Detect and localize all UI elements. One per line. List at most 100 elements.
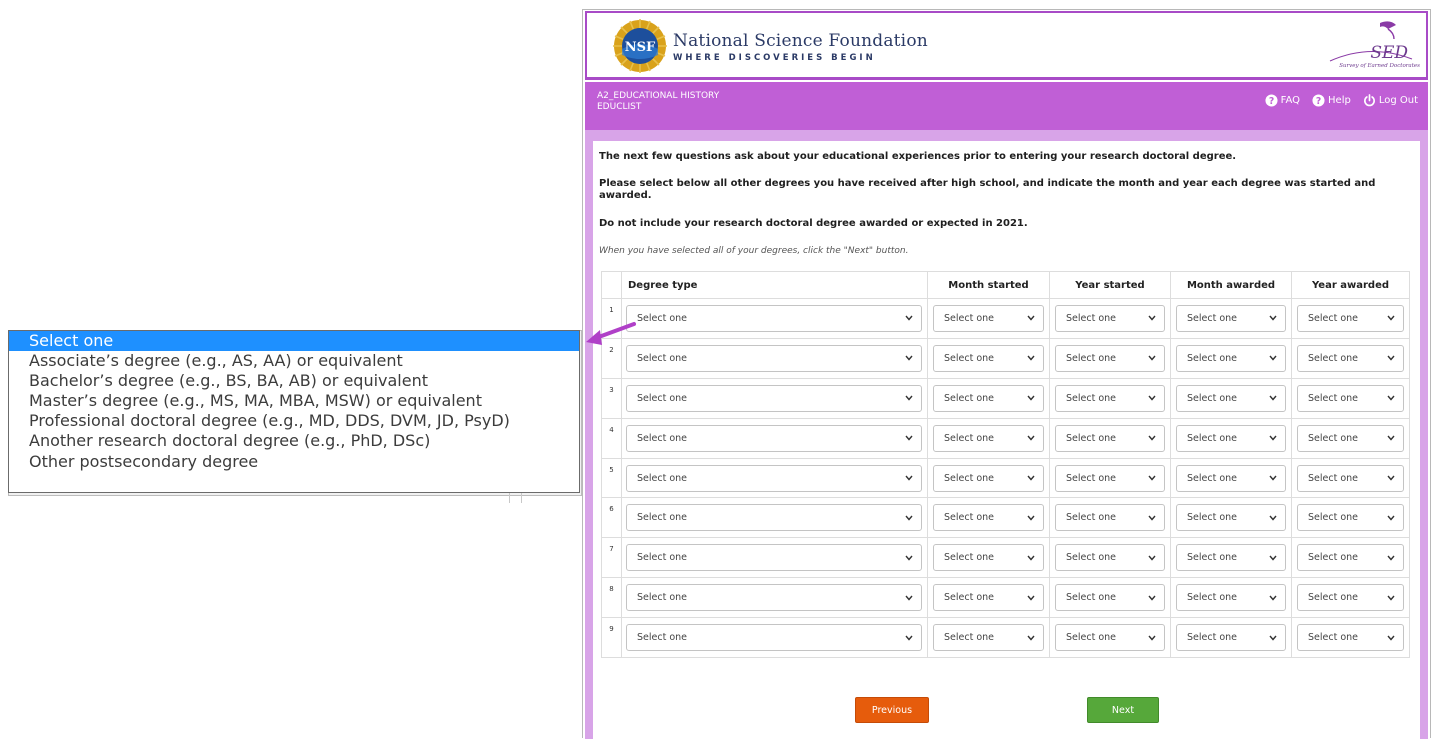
- month-awarded-select[interactable]: Select one: [1176, 424, 1286, 452]
- chevron-down-icon: [1387, 595, 1395, 601]
- dropdown-option-bachelor[interactable]: Bachelor’s degree (e.g., BS, BA, AB) or …: [9, 371, 579, 391]
- header-month-awarded: Month awarded: [1170, 271, 1292, 299]
- year-awarded-select[interactable]: Select one: [1297, 304, 1404, 332]
- question-circle-icon: ?: [1265, 94, 1278, 107]
- month-awarded-select-cell: Select one: [1170, 497, 1292, 539]
- month-awarded-select[interactable]: Select one: [1176, 304, 1286, 332]
- degree-type-select[interactable]: Select one: [626, 384, 922, 412]
- degree-type-select[interactable]: Select one: [626, 304, 922, 332]
- month-awarded-select[interactable]: Select one: [1176, 584, 1286, 612]
- degree-type-select-cell: Select one: [621, 537, 928, 579]
- month-awarded-select[interactable]: Select one: [1176, 384, 1286, 412]
- section-code-line-2: EDUCLIST: [597, 102, 642, 112]
- backdrop-divider: [521, 493, 522, 503]
- row-number: 6: [601, 497, 622, 539]
- dropdown-option-professional-doctoral[interactable]: Professional doctoral degree (e.g., MD, …: [9, 411, 579, 431]
- chevron-down-icon: [905, 435, 913, 441]
- year-started-select[interactable]: Select one: [1055, 544, 1165, 572]
- chevron-down-icon: [905, 355, 913, 361]
- backdrop-divider: [509, 493, 510, 503]
- month-awarded-select[interactable]: Select one: [1176, 504, 1286, 532]
- sed-logo-text: SED: [1370, 43, 1408, 63]
- dropdown-option-research-doctoral[interactable]: Another research doctoral degree (e.g., …: [9, 431, 579, 451]
- month-awarded-select[interactable]: Select one: [1176, 544, 1286, 572]
- chevron-down-icon: [1387, 435, 1395, 441]
- chevron-down-icon: [1027, 395, 1035, 401]
- select-value: Select one: [637, 592, 688, 604]
- select-value: Select one: [1066, 512, 1117, 524]
- degree-type-dropdown-list[interactable]: Select one Associate’s degree (e.g., AS,…: [8, 330, 580, 493]
- next-button[interactable]: Next: [1087, 697, 1159, 723]
- month-awarded-select-cell: Select one: [1170, 298, 1292, 339]
- month-started-select[interactable]: Select one: [933, 384, 1044, 412]
- degree-type-select[interactable]: Select one: [626, 464, 922, 492]
- month-started-select[interactable]: Select one: [933, 584, 1044, 612]
- month-started-select-cell: Select one: [927, 577, 1050, 619]
- chevron-down-icon: [1269, 515, 1277, 521]
- year-started-select[interactable]: Select one: [1055, 304, 1165, 332]
- degree-type-select[interactable]: Select one: [626, 344, 922, 372]
- main-content: The next few questions ask about your ed…: [593, 141, 1420, 739]
- year-started-select[interactable]: Select one: [1055, 384, 1165, 412]
- month-awarded-select[interactable]: Select one: [1176, 624, 1286, 652]
- select-value: Select one: [944, 512, 995, 524]
- year-awarded-select[interactable]: Select one: [1297, 344, 1404, 372]
- table-row: 3 Select one Select one Select one Select on…: [601, 377, 1410, 419]
- logout-link[interactable]: Log Out: [1363, 94, 1418, 107]
- degree-type-select[interactable]: Select one: [626, 624, 922, 652]
- select-value: Select one: [637, 392, 688, 404]
- year-awarded-select[interactable]: Select one: [1297, 544, 1404, 572]
- chevron-down-icon: [1027, 315, 1035, 322]
- select-value: Select one: [944, 632, 995, 644]
- year-started-select[interactable]: Select one: [1055, 504, 1165, 532]
- callout-arrow-icon: [586, 322, 636, 345]
- month-awarded-select[interactable]: Select one: [1176, 464, 1286, 492]
- year-started-select[interactable]: Select one: [1055, 584, 1165, 612]
- year-awarded-select[interactable]: Select one: [1297, 384, 1404, 412]
- degree-type-select[interactable]: Select one: [626, 544, 922, 572]
- degree-type-select-cell: Select one: [621, 298, 928, 339]
- year-awarded-select[interactable]: Select one: [1297, 624, 1404, 652]
- year-started-select[interactable]: Select one: [1055, 344, 1165, 372]
- year-awarded-select[interactable]: Select one: [1297, 424, 1404, 452]
- select-value: Select one: [1308, 312, 1359, 324]
- faq-link[interactable]: ? FAQ: [1265, 94, 1300, 107]
- organization-tagline: WHERE DISCOVERIES BEGIN: [673, 53, 876, 63]
- month-started-select[interactable]: Select one: [933, 504, 1044, 532]
- year-awarded-select[interactable]: Select one: [1297, 504, 1404, 532]
- month-started-select[interactable]: Select one: [933, 624, 1044, 652]
- degree-type-select-cell: Select one: [621, 417, 928, 459]
- dropdown-option-other[interactable]: Other postsecondary degree: [9, 452, 579, 472]
- previous-button[interactable]: Previous: [855, 697, 929, 723]
- month-started-select[interactable]: Select one: [933, 424, 1044, 452]
- year-awarded-select[interactable]: Select one: [1297, 464, 1404, 492]
- degree-type-select[interactable]: Select one: [626, 504, 922, 532]
- select-value: Select one: [1187, 512, 1238, 524]
- month-awarded-select[interactable]: Select one: [1176, 344, 1286, 372]
- degree-type-select[interactable]: Select one: [626, 424, 922, 452]
- select-value: Select one: [1308, 352, 1359, 364]
- chevron-down-icon: [1269, 635, 1277, 641]
- dropdown-option-associate[interactable]: Associate’s degree (e.g., AS, AA) or equ…: [9, 351, 579, 371]
- year-started-select[interactable]: Select one: [1055, 424, 1165, 452]
- month-started-select[interactable]: Select one: [933, 544, 1044, 572]
- select-value: Select one: [637, 472, 688, 484]
- help-link[interactable]: ? Help: [1312, 94, 1351, 107]
- nsf-logo: NSF: [613, 19, 667, 73]
- dropdown-option-select-one[interactable]: Select one: [9, 331, 579, 352]
- degree-type-select-cell: Select one: [621, 377, 928, 419]
- chevron-down-icon: [905, 595, 913, 601]
- year-started-select[interactable]: Select one: [1055, 624, 1165, 652]
- year-started-select[interactable]: Select one: [1055, 464, 1165, 492]
- select-value: Select one: [1187, 592, 1238, 604]
- degree-type-select[interactable]: Select one: [626, 584, 922, 612]
- dropdown-option-master[interactable]: Master’s degree (e.g., MS, MA, MBA, MSW)…: [9, 391, 579, 411]
- month-started-select[interactable]: Select one: [933, 304, 1044, 332]
- question-instruction: Please select below all other degrees yo…: [599, 178, 1376, 201]
- header-year-awarded: Year awarded: [1291, 271, 1410, 299]
- month-started-select[interactable]: Select one: [933, 464, 1044, 492]
- month-awarded-select-cell: Select one: [1170, 537, 1292, 579]
- month-started-select[interactable]: Select one: [933, 344, 1044, 372]
- question-exclusion: Do not include your research doctoral de…: [599, 218, 1028, 229]
- year-awarded-select[interactable]: Select one: [1297, 584, 1404, 612]
